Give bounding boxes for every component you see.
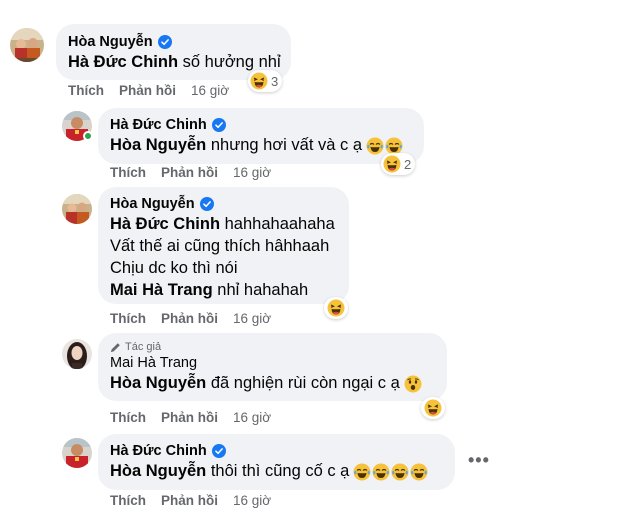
verified-badge-icon bbox=[157, 35, 172, 49]
comment-text-line: Chịu dc ko thì nói bbox=[110, 259, 238, 277]
mention-link[interactable]: Hà Đức Chinh bbox=[110, 215, 220, 233]
laughing-emoji-icon bbox=[424, 399, 442, 417]
avatar-hoa-nguyen[interactable] bbox=[10, 28, 44, 62]
reaction-summary[interactable]: 2 bbox=[381, 153, 416, 175]
mention-link[interactable]: Hòa Nguyễn bbox=[110, 136, 206, 154]
like-button[interactable]: Thích bbox=[110, 410, 146, 426]
like-button[interactable]: Thích bbox=[68, 83, 104, 99]
comment-text: Hòa Nguyễn thôi thì cũng cố c ạ bbox=[110, 460, 443, 482]
like-button[interactable]: Thích bbox=[110, 493, 146, 509]
reaction-summary[interactable]: 3 bbox=[248, 70, 283, 92]
comment-text: Hà Đức Chinh số hưởng nhỉ bbox=[68, 53, 281, 71]
verified-badge-icon bbox=[211, 118, 226, 132]
comment-timestamp[interactable]: 16 giờ bbox=[233, 410, 271, 426]
like-button[interactable]: Thích bbox=[110, 311, 146, 327]
comment-author[interactable]: Hà Đức Chinh bbox=[110, 442, 207, 460]
comment-text: Hòa Nguyễn đã nghiện rùi còn ngại c ạ bbox=[110, 372, 435, 394]
tears-of-joy-emoji-icon bbox=[366, 137, 384, 155]
comment-actions: Thích Phản hồi 16 giờ bbox=[110, 311, 271, 327]
reaction-summary[interactable] bbox=[324, 297, 348, 319]
hushed-emoji-icon bbox=[404, 375, 422, 393]
comment-actions: Thích Phản hồi 16 giờ bbox=[68, 83, 229, 99]
comment-timestamp[interactable]: 16 giờ bbox=[233, 165, 271, 181]
comment-actions: Thích Phản hồi 16 giờ bbox=[110, 410, 271, 426]
comment-timestamp[interactable]: 16 giờ bbox=[233, 493, 271, 509]
comment-timestamp[interactable]: 16 giờ bbox=[233, 311, 271, 327]
reply-button[interactable]: Phản hồi bbox=[119, 83, 176, 99]
mention-link[interactable]: Hòa Nguyễn bbox=[110, 462, 206, 480]
mention-link[interactable]: Hòa Nguyễn bbox=[110, 374, 206, 392]
comment-text-line: Mai Hà Trang nhỉ hahahah bbox=[110, 281, 309, 299]
reply-button[interactable]: Phản hồi bbox=[161, 165, 218, 181]
pencil-icon bbox=[110, 342, 120, 352]
more-options-icon[interactable]: ••• bbox=[468, 450, 490, 471]
like-button[interactable]: Thích bbox=[110, 165, 146, 181]
laughing-emoji-icon bbox=[383, 155, 401, 173]
comment-timestamp[interactable]: 16 giờ bbox=[191, 83, 229, 99]
comment-author[interactable]: Hà Đức Chinh bbox=[110, 116, 207, 134]
tears-of-joy-emoji-icon bbox=[391, 463, 409, 481]
reply-button[interactable]: Phản hồi bbox=[161, 410, 218, 426]
mention-link[interactable]: Mai Hà Trang bbox=[110, 281, 213, 299]
reply-button[interactable]: Phản hồi bbox=[161, 311, 218, 327]
avatar-hoa-nguyen[interactable] bbox=[62, 194, 92, 224]
tears-of-joy-emoji-icon bbox=[410, 463, 428, 481]
tears-of-joy-emoji-icon bbox=[385, 137, 403, 155]
mention-link[interactable]: Hà Đức Chinh bbox=[68, 53, 178, 71]
reaction-count: 2 bbox=[404, 156, 412, 172]
comment-text-line: Vất thế ai cũng thích hâhhaah bbox=[110, 237, 330, 255]
online-status-indicator bbox=[83, 131, 93, 141]
comment-bubble: Hà Đức Chinh Hòa Nguyễn nhưng hơi vất và… bbox=[98, 108, 424, 164]
comment-text: Hòa Nguyễn nhưng hơi vất và c ạ bbox=[110, 134, 412, 156]
verified-badge-icon bbox=[211, 444, 226, 458]
avatar-mai-ha-trang[interactable] bbox=[62, 339, 92, 369]
reaction-count: 3 bbox=[271, 73, 279, 89]
comment-bubble: Tác giả Mai Hà Trang Hòa Nguyễn đã nghiệ… bbox=[98, 333, 447, 401]
comment-author[interactable]: Hòa Nguyễn bbox=[110, 195, 195, 213]
comment-author[interactable]: Hòa Nguyễn bbox=[68, 33, 153, 51]
tears-of-joy-emoji-icon bbox=[353, 463, 371, 481]
laughing-emoji-icon bbox=[250, 72, 268, 90]
verified-badge-icon bbox=[199, 197, 214, 211]
avatar-ha-duc-chinh[interactable] bbox=[62, 438, 92, 468]
tears-of-joy-emoji-icon bbox=[372, 463, 390, 481]
comment-actions: Thích Phản hồi 16 giờ bbox=[110, 165, 271, 181]
author-badge: Tác giả bbox=[110, 340, 435, 354]
comment-author[interactable]: Mai Hà Trang bbox=[110, 354, 197, 372]
comment-actions: Thích Phản hồi 16 giờ bbox=[110, 493, 271, 509]
comment-text-line: Hà Đức Chinh hahhahaahaha bbox=[110, 215, 335, 233]
comment-bubble: Hà Đức Chinh Hòa Nguyễn thôi thì cũng cố… bbox=[98, 434, 455, 490]
reaction-summary[interactable] bbox=[421, 397, 445, 419]
laughing-emoji-icon bbox=[327, 299, 345, 317]
comment-bubble: Hòa Nguyễn Hà Đức Chinh hahhahaahaha Vất… bbox=[98, 187, 349, 304]
reply-button[interactable]: Phản hồi bbox=[161, 493, 218, 509]
author-badge-label: Tác giả bbox=[125, 341, 162, 353]
